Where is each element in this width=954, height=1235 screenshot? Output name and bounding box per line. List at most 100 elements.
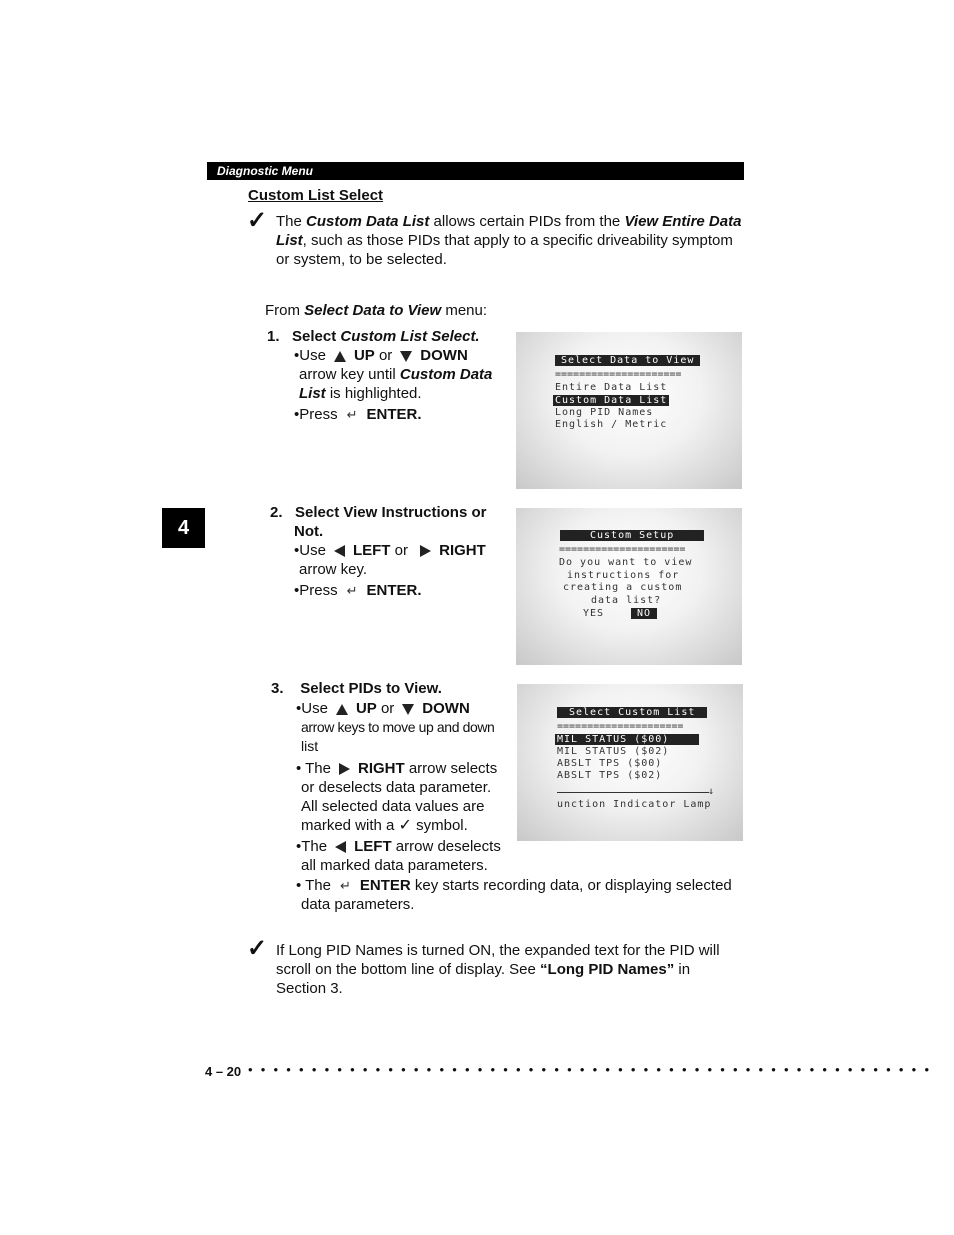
step-1-title: 1. Select Custom List Select. bbox=[267, 327, 480, 346]
screen-separator: ===================== bbox=[559, 544, 686, 555]
screen-list-item-highlighted: MIL STATUS ($00) bbox=[555, 734, 700, 745]
step-3-instructions: •Use UP or DOWN arrow keys to move up and … bbox=[296, 699, 511, 875]
from-menu-text: From Select Data to View menu: bbox=[265, 301, 487, 320]
footer-dot-leader: • • • • • • • • • • • • • • • • • • • • … bbox=[248, 1062, 932, 1077]
step-title-text: Select PIDs to View. bbox=[300, 680, 442, 697]
step-1-instructions: •Use UP or DOWN arrow key until Custom Dat… bbox=[294, 346, 504, 424]
step-2-instructions: •Use LEFT or RIGHT arrow key. •Press ↵ ENTE… bbox=[294, 541, 504, 600]
bullet-text: •Press bbox=[294, 406, 338, 423]
bullet-text: or bbox=[376, 700, 395, 717]
key-enter: ENTER. bbox=[366, 406, 422, 423]
page-title: Custom List Select bbox=[248, 187, 384, 204]
screen-text-line: creating a custom bbox=[563, 582, 683, 593]
screen-list-item: ABSLT TPS ($00) bbox=[557, 758, 663, 769]
bullet-text: or deselects data parameter. bbox=[301, 779, 492, 796]
left-arrow-icon bbox=[333, 545, 345, 558]
key-left: LEFT bbox=[352, 542, 391, 559]
bullet-text: •Use bbox=[294, 542, 326, 559]
step-number: 2. bbox=[270, 504, 283, 521]
scroll-down-arrow-icon: ↓ bbox=[708, 786, 716, 797]
screen-text-line: data list? bbox=[591, 595, 662, 606]
step-3-enter-line: • The ↵ ENTER key starts recording data, o… bbox=[296, 876, 746, 895]
key-right: RIGHT bbox=[439, 542, 486, 559]
bullet-text: arrow keys to move up and down bbox=[301, 719, 495, 735]
screen-option-yes: YES bbox=[583, 608, 605, 619]
step-number: 1. bbox=[267, 328, 280, 345]
left-arrow-icon bbox=[335, 841, 347, 854]
step-3-use-line: •Use UP or DOWN bbox=[296, 699, 511, 718]
long-pid-note: If Long PID Names is turned ON, the expa… bbox=[276, 941, 744, 998]
intro-paragraph: The Custom Data List allows certain PIDs… bbox=[276, 212, 744, 269]
intro-text: The bbox=[276, 213, 307, 230]
enter-key-icon: ↵ bbox=[346, 583, 358, 598]
chapter-tab: 4 bbox=[162, 508, 205, 548]
intro-emph: Custom Data List bbox=[306, 213, 430, 230]
step-2-press-line: •Press ↵ ENTER. bbox=[294, 581, 504, 600]
step-3-right-line: • The RIGHT arrow selects bbox=[296, 759, 511, 778]
screen-long-pid-name: unction Indicator Lamp bbox=[557, 799, 712, 810]
right-arrow-icon bbox=[420, 545, 432, 558]
up-arrow-icon bbox=[333, 350, 346, 362]
screen-list-item: ABSLT TPS ($02) bbox=[557, 770, 663, 781]
enter-key-icon: ↵ bbox=[340, 878, 351, 893]
bullet-text: arrow selects bbox=[404, 760, 498, 777]
check-symbol-icon: ✓ bbox=[398, 817, 412, 834]
screen-text-line: Do you want to view bbox=[559, 557, 693, 568]
step-1-use-line: •Use UP or DOWN bbox=[294, 346, 504, 365]
check-mark-icon: ✓ bbox=[247, 207, 268, 234]
bullet-text: all marked data parameters. bbox=[301, 857, 488, 874]
key-right: RIGHT bbox=[358, 760, 405, 777]
screen-menu-item-highlighted: Custom Data List bbox=[553, 395, 670, 406]
screen-option-no-selected: NO bbox=[631, 608, 658, 619]
screen-title: Custom Setup bbox=[560, 530, 705, 541]
bullet-text: • The bbox=[296, 877, 331, 894]
key-up: UP bbox=[353, 347, 375, 364]
step-2-use-line: •Use LEFT or RIGHT bbox=[294, 541, 504, 560]
page-number: 4 – 20 bbox=[205, 1064, 242, 1079]
step-3-marked-line: marked with a ✓ symbol. bbox=[296, 816, 511, 835]
key-enter: ENTER. bbox=[366, 582, 422, 599]
step-title-text: Select View Instructions or bbox=[295, 504, 487, 521]
screen-menu-item: Entire Data List bbox=[555, 382, 668, 393]
key-up: UP bbox=[355, 700, 377, 717]
screen-text-line: instructions for bbox=[567, 570, 680, 581]
bullet-text: arrow deselects bbox=[391, 838, 501, 855]
bullet-text: •Press bbox=[294, 582, 338, 599]
bullet-emph: Custom Data bbox=[399, 366, 493, 383]
from-text: From bbox=[265, 302, 305, 319]
right-arrow-icon bbox=[339, 763, 350, 776]
step-title-text: Select bbox=[292, 328, 341, 345]
screen-title: Select Custom List bbox=[557, 707, 708, 718]
bullet-text: symbol. bbox=[411, 817, 468, 834]
step-3-left-line: •The LEFT arrow deselects bbox=[296, 837, 511, 856]
screen-divider bbox=[557, 792, 709, 793]
step-1-press-line: •Press ↵ ENTER. bbox=[294, 405, 504, 424]
bullet-text: •The bbox=[296, 838, 328, 855]
screen-menu-item: English / Metric bbox=[555, 419, 668, 430]
enter-key-icon: ↵ bbox=[346, 407, 358, 422]
screen-separator: ===================== bbox=[557, 721, 684, 732]
bullet-text: arrow key until bbox=[299, 366, 400, 383]
scanner-screen-custom-list: Select Custom List =====================… bbox=[517, 684, 743, 841]
key-left: LEFT bbox=[354, 838, 392, 855]
scanner-screen-custom-setup: Custom Setup ===================== Do yo… bbox=[516, 508, 742, 665]
scanner-screen-select-data: Select Data to View ====================… bbox=[516, 332, 742, 489]
bullet-text: list bbox=[301, 738, 319, 754]
step-1-line3: List is highlighted. bbox=[294, 384, 504, 403]
from-emph: Select Data to View bbox=[304, 302, 442, 319]
bullet-text: •Use bbox=[296, 700, 328, 717]
section-header: Diagnostic Menu bbox=[207, 162, 744, 180]
bullet-text: •Use bbox=[294, 347, 326, 364]
intro-text: , such as those PIDs that apply to a spe… bbox=[276, 232, 733, 268]
bullet-text: • The bbox=[296, 760, 331, 777]
screen-title: Select Data to View bbox=[555, 355, 701, 366]
bullet-text: arrow key. bbox=[299, 561, 368, 578]
intro-text: allows certain PIDs from the bbox=[429, 213, 625, 230]
from-text: menu: bbox=[441, 302, 488, 319]
bullet-emph: List bbox=[299, 385, 326, 402]
step-title-text: Not. bbox=[294, 523, 324, 540]
screen-separator: ===================== bbox=[555, 369, 682, 380]
step-3-enter-note: • The ↵ ENTER key starts recording data, o… bbox=[296, 876, 746, 914]
key-down: DOWN bbox=[422, 700, 470, 717]
up-arrow-icon bbox=[335, 703, 348, 715]
